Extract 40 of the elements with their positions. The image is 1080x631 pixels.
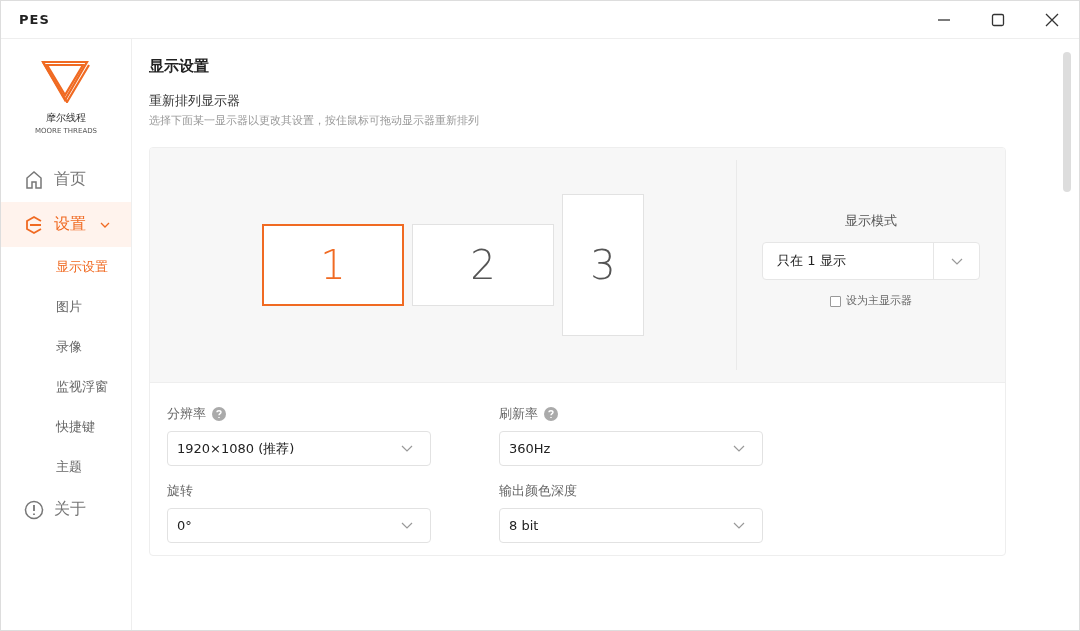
nav-subitem[interactable]: 录像 [1, 327, 131, 367]
field-label: 输出颜色深度 [499, 482, 577, 500]
nav-item[interactable]: 首页 [1, 157, 131, 202]
dropdown-field[interactable]: 360Hz [499, 431, 763, 466]
field-label: 分辨率 [167, 405, 206, 423]
chevron-down-icon [733, 445, 745, 452]
display-mode-label: 显示模式 [845, 212, 897, 230]
field-label: 刷新率 [499, 405, 538, 423]
display-mode-dropdown[interactable]: 只在 1 显示 [762, 242, 980, 280]
hexagon-icon [24, 214, 44, 235]
field-label: 旋转 [167, 482, 193, 500]
home-icon [24, 169, 44, 190]
nav-subitem[interactable]: 监视浮窗 [1, 367, 131, 407]
scrollbar-thumb[interactable] [1063, 52, 1071, 192]
nav-subitem[interactable]: 快捷键 [1, 407, 131, 447]
monitor-tile[interactable]: 2 [412, 224, 554, 306]
nav-subitem[interactable]: 图片 [1, 287, 131, 327]
page-title: 显示设置 [149, 57, 210, 76]
dropdown-field[interactable]: 0° [167, 508, 431, 543]
chevron-down-icon [401, 522, 413, 529]
dropdown-field[interactable]: 8 bit [499, 508, 763, 543]
chevron-down-icon [733, 522, 745, 529]
help-icon[interactable] [212, 407, 226, 421]
section-hint: 选择下面某一显示器以更改其设置，按住鼠标可拖动显示器重新排列 [149, 114, 480, 128]
nav-item[interactable]: 关于 [1, 487, 131, 532]
nav-subitem[interactable]: 显示设置 [1, 247, 131, 287]
monitor-tile[interactable]: 3 [562, 194, 644, 336]
maximize-icon[interactable] [991, 12, 1005, 27]
nav-subitem[interactable]: 主题 [1, 447, 131, 487]
chevron-down-icon [950, 257, 963, 265]
help-icon[interactable] [544, 407, 558, 421]
dropdown-field[interactable]: 1920×1080 (推荐) [167, 431, 431, 466]
chevron-down-icon [401, 445, 413, 452]
triangle-logo-icon [41, 59, 91, 103]
primary-display-checkbox[interactable]: 设为主显示器 [830, 294, 912, 308]
info-icon [24, 499, 44, 520]
logo-name: 摩尔线程 [46, 111, 86, 125]
close-icon[interactable] [1045, 12, 1059, 27]
window-title: PES [19, 12, 50, 27]
section-title: 重新排列显示器 [149, 92, 241, 110]
